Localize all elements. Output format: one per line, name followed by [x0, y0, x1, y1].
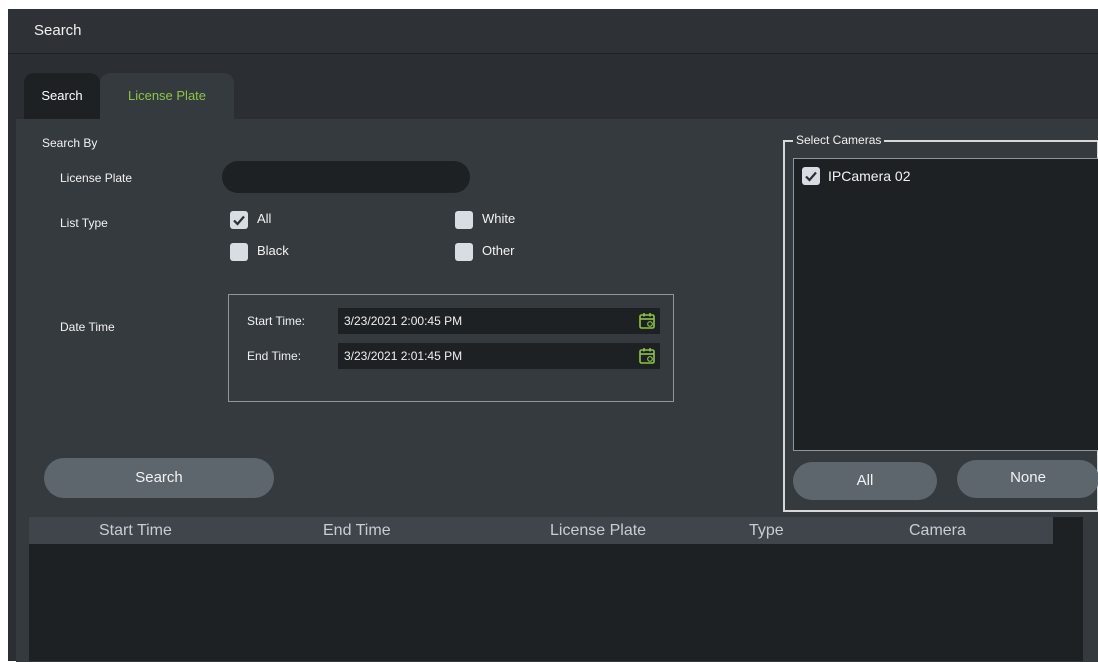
- end-time-label: End Time:: [247, 349, 302, 363]
- license-plate-input[interactable]: [222, 161, 470, 193]
- list-type-other-checkbox[interactable]: [455, 243, 473, 261]
- window-title: Search: [34, 22, 82, 39]
- list-type-all-checkbox[interactable]: [230, 211, 248, 229]
- column-header-end-time[interactable]: End Time: [323, 522, 391, 540]
- column-header-start-time[interactable]: Start Time: [99, 522, 172, 540]
- select-none-cameras-button[interactable]: None: [957, 460, 1098, 498]
- camera-list: IPCamera 02: [793, 158, 1098, 451]
- results-table: Start Time End Time License Plate Type C…: [29, 517, 1083, 661]
- end-time-field[interactable]: 3/23/2021 2:01:45 PM: [338, 343, 660, 369]
- calendar-icon[interactable]: [638, 312, 656, 330]
- calendar-icon[interactable]: [638, 347, 656, 365]
- list-type-white-label: White: [482, 211, 516, 226]
- camera-name: IPCamera 02: [828, 168, 911, 184]
- title-bar: Search: [8, 9, 1098, 54]
- search-by-heading: Search By: [42, 136, 98, 150]
- list-type-black-label: Black: [257, 243, 289, 258]
- checkmark-icon: [805, 171, 817, 182]
- license-plate-label: License Plate: [60, 171, 133, 185]
- list-type-all-label: All: [257, 211, 272, 226]
- search-button[interactable]: Search: [44, 458, 274, 498]
- tab-search[interactable]: Search: [24, 73, 100, 119]
- column-header-license-plate[interactable]: License Plate: [550, 522, 646, 540]
- date-time-box: Start Time: 3/23/2021 2:00:45 PM End Tim…: [228, 294, 674, 402]
- tab-license-plate[interactable]: License Plate: [100, 73, 234, 119]
- camera-checkbox[interactable]: [802, 167, 820, 185]
- select-cameras-group: Select Cameras IPCamera 02 All None: [783, 133, 1098, 512]
- start-time-value: 3/23/2021 2:00:45 PM: [344, 314, 463, 328]
- list-type-black-checkbox[interactable]: [230, 243, 248, 261]
- list-type-other-label: Other: [482, 243, 515, 258]
- end-time-value: 3/23/2021 2:01:45 PM: [344, 349, 463, 363]
- start-time-field[interactable]: 3/23/2021 2:00:45 PM: [338, 308, 660, 334]
- list-type-label: List Type: [60, 216, 108, 230]
- select-all-cameras-button[interactable]: All: [793, 462, 937, 500]
- select-cameras-legend: Select Cameras: [793, 133, 885, 147]
- column-header-type[interactable]: Type: [749, 522, 784, 540]
- checkmark-icon: [233, 215, 245, 226]
- date-time-label: Date Time: [60, 320, 115, 334]
- column-header-camera[interactable]: Camera: [909, 522, 966, 540]
- results-table-header: Start Time End Time License Plate Type C…: [29, 517, 1053, 544]
- list-type-white-checkbox[interactable]: [455, 211, 473, 229]
- start-time-label: Start Time:: [247, 314, 306, 328]
